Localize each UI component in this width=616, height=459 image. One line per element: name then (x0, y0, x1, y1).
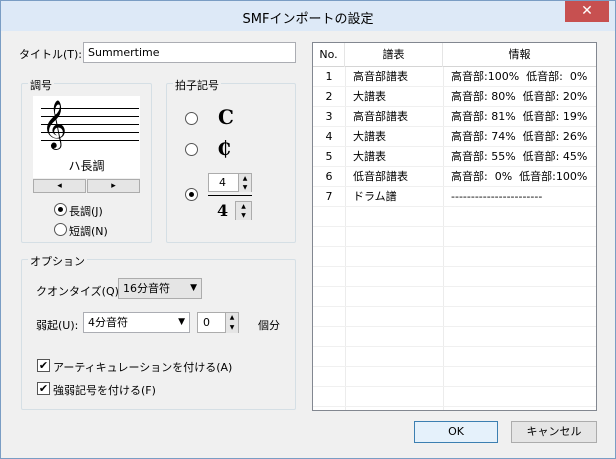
dynamics-checkbox[interactable]: ✔ (37, 382, 50, 395)
cell-staff: 大譜表 (353, 90, 386, 103)
treble-clef-icon: 𝄞 (42, 99, 67, 148)
dynamics-label: 強弱記号を付ける(F) (53, 384, 156, 397)
pickup-count-value: 0 (203, 316, 210, 329)
numerator-down-icon[interactable]: ▼ (238, 183, 251, 192)
table-row-empty (313, 227, 596, 247)
common-time-radio[interactable] (185, 112, 198, 125)
window-title: SMFインポートの設定 (242, 12, 374, 27)
numeric-time-radio[interactable] (185, 188, 198, 201)
quantize-select[interactable]: 16分音符 ▼ (118, 278, 202, 299)
key-next-button[interactable]: ▸ (87, 179, 140, 193)
options-group-label: オプション (28, 253, 87, 269)
table-row-empty (313, 267, 596, 287)
table-row-empty (313, 347, 596, 367)
cell-no: 6 (325, 170, 333, 183)
table-row[interactable]: 3 高音部譜表 高音部: 81% 低音部: 19% (313, 107, 596, 127)
minor-label: 短調(N) (69, 225, 108, 238)
column-header-no[interactable]: No. (313, 43, 345, 67)
denominator-value: 4 (217, 201, 229, 220)
table-row-empty (313, 207, 596, 227)
ok-button[interactable]: OK (414, 421, 498, 443)
major-label: 長調(J) (69, 205, 103, 218)
table-row-empty (313, 247, 596, 267)
table-row[interactable]: 7 ドラム譜 ----------------------- (313, 187, 596, 207)
table-header: No. 譜表 情報 (313, 43, 596, 67)
cut-time-icon: ₵ (217, 136, 231, 160)
chevron-down-icon: ▼ (178, 317, 185, 327)
smf-import-dialog: SMFインポートの設定 ✕ タイトル(T): Summertime 調号 𝄞 ハ… (0, 0, 616, 459)
column-header-staff[interactable]: 譜表 (345, 43, 443, 67)
staff-table[interactable]: No. 譜表 情報 1 高音部譜表 高音部:100% 低音部: 0% 2 大譜表 高音部:… (312, 42, 597, 411)
pickup-value: 4分音符 (88, 316, 128, 329)
key-preview: 𝄞 ハ長調 (33, 96, 140, 178)
pickup-unit: 個分 (258, 319, 280, 332)
table-row[interactable]: 2 大譜表 高音部: 80% 低音部: 20% (313, 87, 596, 107)
cell-info: 高音部: 74% 低音部: 26% (451, 130, 588, 143)
cell-info: 高音部:100% 低音部: 0% (451, 70, 588, 83)
pickup-label: 弱起(U): (36, 319, 79, 332)
articulation-checkbox[interactable]: ✔ (37, 359, 50, 372)
table-row-empty (313, 387, 596, 407)
cell-staff: ドラム譜 (353, 190, 397, 203)
table-row-empty (313, 327, 596, 347)
cancel-button[interactable]: キャンセル (511, 421, 597, 443)
key-prev-button[interactable]: ◂ (33, 179, 86, 193)
time-signature-group-label: 拍子記号 (173, 77, 221, 93)
table-row[interactable]: 5 大譜表 高音部: 55% 低音部: 45% (313, 147, 596, 167)
cell-info: 高音部: 55% 低音部: 45% (451, 150, 588, 163)
chevron-down-icon: ▼ (190, 283, 197, 293)
pickup-select[interactable]: 4分音符 ▼ (83, 312, 190, 333)
key-signature-group-label: 調号 (28, 77, 54, 93)
table-row[interactable]: 1 高音部譜表 高音部:100% 低音部: 0% (313, 67, 596, 87)
cell-staff: 大譜表 (353, 150, 386, 163)
cut-time-radio[interactable] (185, 143, 198, 156)
minor-radio[interactable] (54, 223, 67, 236)
major-radio[interactable] (54, 203, 67, 216)
quantize-value: 16分音符 (123, 282, 170, 295)
table-row-empty (313, 287, 596, 307)
title-label: タイトル(T): (19, 48, 83, 61)
fraction-bar (208, 195, 252, 196)
cell-staff: 高音部譜表 (353, 70, 408, 83)
numerator-up-icon[interactable]: ▲ (238, 174, 251, 183)
key-name: ハ長調 (68, 159, 105, 173)
table-row-empty (313, 367, 596, 387)
cell-info: 高音部: 80% 低音部: 20% (451, 90, 588, 103)
table-row[interactable]: 6 低音部譜表 高音部: 0% 低音部:100% (313, 167, 596, 187)
numerator-spinner[interactable]: 4 ▲ ▼ (208, 173, 252, 192)
column-header-info[interactable]: 情報 (443, 43, 596, 67)
title-input[interactable]: Summertime (83, 42, 296, 63)
close-button[interactable]: ✕ (565, 1, 609, 22)
table-row[interactable]: 4 大譜表 高音部: 74% 低音部: 26% (313, 127, 596, 147)
cell-no: 4 (325, 130, 333, 143)
denominator-up-icon[interactable]: ▲ (236, 202, 251, 211)
denominator-spinner[interactable]: ▲ ▼ (235, 201, 252, 220)
numerator-value: 4 (219, 176, 226, 189)
cell-no: 1 (325, 70, 333, 83)
pickup-count-spinner[interactable]: 0 ▲ ▼ (197, 312, 239, 333)
table-row-empty (313, 407, 596, 410)
articulation-label: アーティキュレーションを付ける(A) (53, 361, 233, 374)
cell-staff: 大譜表 (353, 130, 386, 143)
cell-no: 3 (325, 110, 333, 123)
cell-staff: 高音部譜表 (353, 110, 408, 123)
quantize-label: クオンタイズ(Q): (36, 285, 123, 298)
cell-info: 高音部: 0% 低音部:100% (451, 170, 588, 183)
title-bar: SMFインポートの設定 ✕ (1, 1, 615, 31)
cell-no: 5 (325, 150, 333, 163)
cell-no: 7 (325, 190, 333, 203)
table-row-empty (313, 307, 596, 327)
denominator-down-icon[interactable]: ▼ (236, 211, 251, 220)
pickup-down-icon[interactable]: ▼ (225, 323, 238, 333)
cell-no: 2 (325, 90, 333, 103)
cell-staff: 低音部譜表 (353, 170, 408, 183)
pickup-up-icon[interactable]: ▲ (225, 313, 238, 323)
cell-info: ----------------------- (451, 190, 543, 203)
common-time-icon: C (218, 105, 234, 129)
cell-info: 高音部: 81% 低音部: 19% (451, 110, 588, 123)
